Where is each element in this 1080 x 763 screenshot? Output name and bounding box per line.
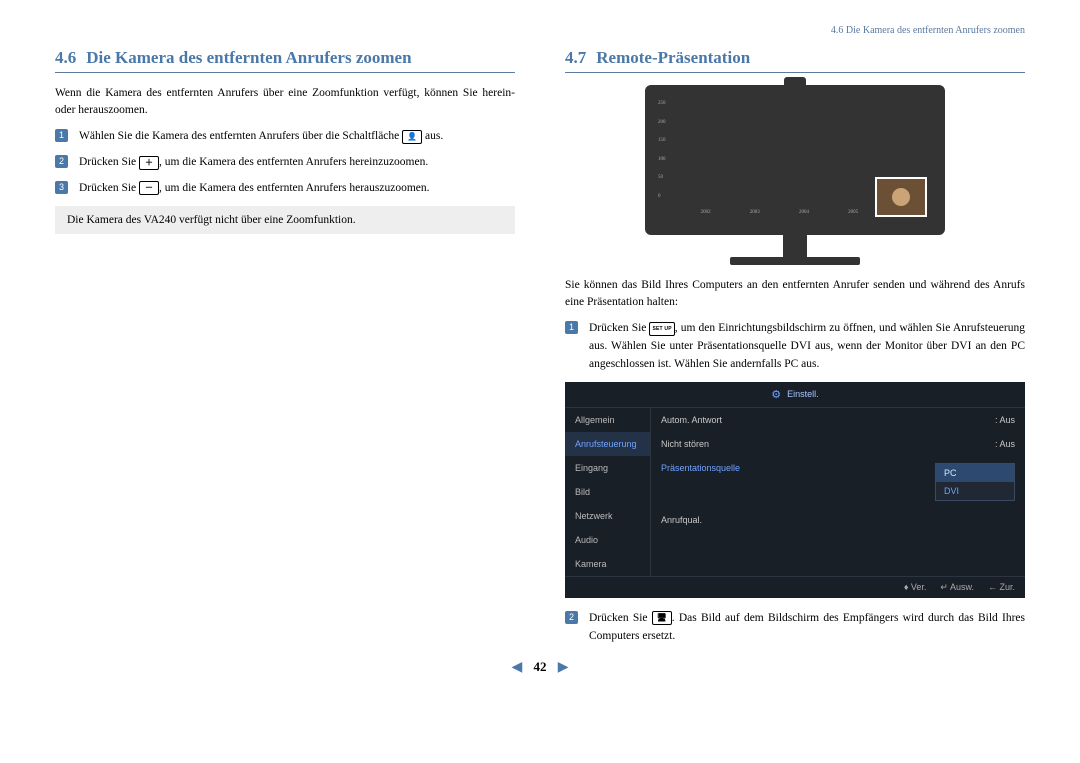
settings-row[interactable]: Autom. Antwort : Aus — [661, 408, 1015, 432]
prev-page-button[interactable]: ◀ — [511, 660, 522, 675]
settings-row-value: : Aus — [995, 439, 1015, 449]
step-4-6-3: 3 Drücken Sie －, um die Kamera des entfe… — [73, 180, 515, 198]
camera-select-icon: 👤 — [402, 130, 422, 144]
step-marker-1: 1 — [55, 129, 68, 142]
y-tick: 50 — [658, 175, 666, 180]
settings-row-label: Anrufqual. — [661, 515, 702, 525]
settings-title-bar: Einstell. — [565, 382, 1025, 408]
col-left: 4.6 Die Kamera des entfernten Anrufers zo… — [55, 48, 515, 653]
settings-footer: ♦ Ver. ↵ Ausw. ← Zur. — [565, 576, 1025, 598]
settings-footer-hint: ↵ Ausw. — [940, 582, 974, 593]
settings-sidebar: AllgemeinAnrufsteuerungEingangBildNetzwe… — [565, 408, 651, 576]
next-page-button[interactable]: ▶ — [558, 660, 569, 675]
settings-sidebar-item[interactable]: Netzwerk — [565, 504, 650, 528]
settings-row-value: : Aus — [995, 415, 1015, 425]
settings-footer-hint: ♦ Ver. — [904, 582, 927, 593]
pager: ◀ 42 ▶ — [55, 659, 1025, 676]
y-tick: 200 — [658, 120, 666, 125]
x-tick: 2004 — [799, 210, 809, 215]
step-4-6-1: 1 Wählen Sie die Kamera des entfernten A… — [73, 128, 515, 146]
settings-row[interactable]: Anrufqual. — [661, 508, 1015, 532]
settings-row[interactable]: Nicht stören : Aus — [661, 432, 1015, 456]
heading-4-6-num: 4.6 — [55, 48, 76, 67]
y-tick: 100 — [658, 157, 666, 162]
settings-sidebar-item[interactable]: Eingang — [565, 456, 650, 480]
step-4-6-2-pre: Drücken Sie — [79, 156, 139, 168]
x-tick: 2002 — [701, 210, 711, 215]
intro-4-6: Wenn die Kamera des entfernten Anrufers … — [55, 85, 515, 118]
setup-button-icon: SET UP — [649, 322, 674, 336]
settings-screenshot: Einstell. AllgemeinAnrufsteuerungEingang… — [565, 382, 1025, 598]
settings-footer-hint: ← Zur. — [988, 582, 1015, 593]
heading-4-7-num: 4.7 — [565, 48, 586, 67]
running-head: 4.6 Die Kamera des entfernten Anrufers z… — [55, 25, 1025, 36]
x-tick: 2005 — [848, 210, 858, 215]
plus-icon: ＋ — [139, 156, 159, 170]
settings-sidebar-item[interactable]: Allgemein — [565, 408, 650, 432]
monitor-button-icon: 🖥 — [652, 611, 672, 625]
settings-row-label: Präsentationsquelle — [661, 463, 740, 501]
gear-icon — [771, 388, 781, 401]
picture-in-picture — [875, 177, 927, 217]
y-tick: 250 — [658, 101, 666, 106]
dropdown-option[interactable]: PC — [936, 464, 1014, 482]
heading-4-7-text: Remote-Präsentation — [596, 48, 750, 67]
y-tick: 150 — [658, 138, 666, 143]
monitor-illustration: 250200150100500 20022003200420052006 — [565, 85, 1025, 265]
step-4-6-3-post: , um die Kamera des entfernten Anrufers … — [159, 182, 429, 194]
step-marker-2: 2 — [55, 155, 68, 168]
steps-4-7-cont: 2 Drücken Sie 🖥. Das Bild auf dem Bildsc… — [565, 610, 1025, 646]
x-tick: 2003 — [750, 210, 760, 215]
settings-sidebar-item[interactable]: Bild — [565, 480, 650, 504]
minus-icon: － — [139, 181, 159, 195]
heading-rule-2 — [565, 72, 1025, 73]
step-4-6-2: 2 Drücken Sie ＋, um die Kamera des entfe… — [73, 154, 515, 172]
settings-row-label: Autom. Antwort — [661, 415, 722, 425]
step-4-7-1-pre: Drücken Sie — [589, 322, 649, 334]
step-marker-2b: 2 — [565, 611, 578, 624]
settings-row-label: Nicht stören — [661, 439, 709, 449]
settings-sidebar-item[interactable]: Kamera — [565, 552, 650, 576]
step-4-6-1-pre: Wählen Sie die Kamera des entfernten Anr… — [79, 130, 402, 142]
y-tick: 0 — [658, 194, 666, 199]
steps-4-6: 1 Wählen Sie die Kamera des entfernten A… — [55, 128, 515, 197]
webcam-icon — [784, 77, 806, 93]
step-marker-3: 3 — [55, 181, 68, 194]
col-right: 4.7 Remote-Präsentation 250 200 150 100 50 0 2… — [565, 48, 1025, 653]
step-4-6-3-pre: Drücken Sie — [79, 182, 139, 194]
step-4-6-1-post: aus. — [422, 130, 443, 142]
step-4-7-2-pre: Drücken Sie — [589, 612, 652, 624]
steps-4-7: 1 Drücken Sie SET UP, um den Einrichtung… — [565, 320, 1025, 373]
settings-main: Autom. Antwort : Aus Nicht stören : Aus Präs… — [651, 408, 1025, 576]
heading-4-6-text: Die Kamera des entfernten Anrufers zoome… — [86, 48, 411, 67]
page-number: 42 — [534, 659, 547, 674]
settings-sidebar-item[interactable]: Audio — [565, 528, 650, 552]
monitor-base — [730, 257, 860, 265]
dropdown-option[interactable]: DVI — [936, 482, 1014, 500]
settings-title-text: Einstell. — [787, 389, 819, 399]
heading-4-6: 4.6 Die Kamera des entfernten Anrufers zo… — [55, 48, 515, 68]
step-4-7-2: 2 Drücken Sie 🖥. Das Bild auf dem Bildsc… — [583, 610, 1025, 646]
settings-row[interactable]: Präsentationsquelle PCDVI — [661, 456, 1015, 508]
monitor-screen: 250200150100500 20022003200420052006 — [645, 85, 945, 235]
step-4-7-1: 1 Drücken Sie SET UP, um den Einrichtung… — [583, 320, 1025, 373]
step-4-6-2-post: , um die Kamera des entfernten Anrufers … — [159, 156, 428, 168]
chart-y-axis: 250 200 150 100 50 0 — [658, 101, 666, 199]
presentation-source-dropdown[interactable]: PCDVI — [935, 463, 1015, 501]
step-marker-1b: 1 — [565, 321, 578, 334]
intro-4-7: Sie können das Bild Ihres Computers an d… — [565, 277, 1025, 310]
avatar — [892, 188, 910, 206]
monitor-neck — [783, 235, 807, 257]
heading-4-7: 4.7 Remote-Präsentation — [565, 48, 1025, 68]
note-va240: Die Kamera des VA240 verfügt nicht über … — [55, 206, 515, 234]
settings-sidebar-item[interactable]: Anrufsteuerung — [565, 432, 650, 456]
heading-rule — [55, 72, 515, 73]
